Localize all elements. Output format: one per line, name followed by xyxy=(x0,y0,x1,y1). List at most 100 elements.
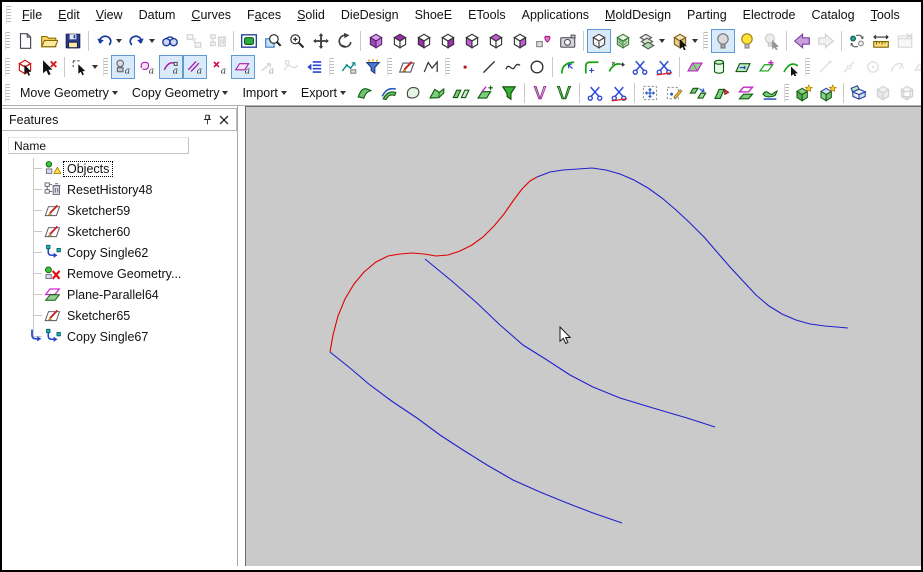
vsurf-single-button[interactable] xyxy=(528,81,552,105)
new-file-button[interactable] xyxy=(13,29,37,53)
tree-item-sketcher65[interactable]: Sketcher65 xyxy=(2,305,237,326)
snapshot-camera-button[interactable] xyxy=(556,29,580,53)
curve-extend-button[interactable] xyxy=(604,55,628,79)
line-tool-button[interactable] xyxy=(477,55,501,79)
select-box-button[interactable] xyxy=(68,55,101,79)
dropdown-arrow-icon[interactable] xyxy=(149,39,155,43)
dropdown-arrow-icon[interactable] xyxy=(692,39,698,43)
zoom-in-out-button[interactable] xyxy=(285,29,309,53)
menu-edit[interactable]: Edit xyxy=(50,4,88,26)
cube-left-view-button[interactable] xyxy=(460,29,484,53)
viewport-canvas[interactable] xyxy=(245,106,921,566)
tree-item-remove-geometry[interactable]: Remove Geometry... xyxy=(2,263,237,284)
tree-item-label[interactable]: Objects xyxy=(62,160,114,177)
pick-path-button[interactable] xyxy=(337,55,361,79)
menu-file[interactable]: File xyxy=(14,4,50,26)
filter-funnel-button[interactable] xyxy=(361,55,385,79)
filter-point-button[interactable]: a xyxy=(207,55,231,79)
sheet-arrow-button[interactable] xyxy=(731,55,755,79)
menu-datum[interactable]: Datum xyxy=(131,4,184,26)
curve-fillet-button[interactable] xyxy=(556,55,580,79)
binoculars-button[interactable] xyxy=(158,29,182,53)
curve-blue-middle[interactable] xyxy=(424,258,716,428)
toolbar-grip[interactable] xyxy=(329,58,334,76)
box-star-open-button[interactable] xyxy=(816,81,840,105)
cube-textured-button[interactable] xyxy=(611,29,635,53)
cube-layers-button[interactable] xyxy=(635,29,668,53)
open-folder-button[interactable] xyxy=(37,29,61,53)
menu-applications[interactable]: Applications xyxy=(514,4,597,26)
select-solid-button[interactable] xyxy=(13,55,37,79)
spline-tool-button[interactable] xyxy=(501,55,525,79)
dropdown-arrow-icon[interactable] xyxy=(92,65,98,69)
menu-catalog[interactable]: Catalog xyxy=(803,4,862,26)
cube-right-view-button[interactable] xyxy=(436,29,460,53)
rotate-view-button[interactable] xyxy=(333,29,357,53)
tree-item-resethistory48[interactable]: ResetHistory48 xyxy=(2,179,237,200)
redo-arrow-button[interactable] xyxy=(125,29,158,53)
scissors-red-button[interactable] xyxy=(607,81,631,105)
list-blue-button[interactable] xyxy=(303,55,327,79)
menu-parting[interactable]: Parting xyxy=(679,4,735,26)
fit-view-button[interactable] xyxy=(237,29,261,53)
toolbar-grip[interactable] xyxy=(5,32,10,50)
arrow-back-button[interactable] xyxy=(790,29,814,53)
refresh-points-button[interactable] xyxy=(845,29,869,53)
circle-tool-button[interactable] xyxy=(525,55,549,79)
curve-corner-button[interactable] xyxy=(580,55,604,79)
filter-plane-button[interactable]: a xyxy=(231,55,255,79)
dropdown-arrow-icon[interactable] xyxy=(116,39,122,43)
bulb-off-button[interactable] xyxy=(711,29,735,53)
menu-shoee[interactable]: ShoeE xyxy=(407,4,461,26)
menu-etools[interactable]: ETools xyxy=(460,4,514,26)
plane-plus-button[interactable] xyxy=(755,55,779,79)
surf-mirror-button[interactable] xyxy=(449,81,473,105)
tree-item-label[interactable]: Copy Single67 xyxy=(64,330,151,344)
panel-splitter[interactable] xyxy=(238,106,245,566)
filter-lines-button[interactable]: a xyxy=(183,55,207,79)
tree-item-label[interactable]: Plane-Parallel64 xyxy=(64,288,162,302)
tree-item-copy-single67[interactable]: Copy Single67 xyxy=(2,326,237,347)
copy-geometry-button[interactable]: Copy Geometry xyxy=(124,80,236,105)
tree-item-label[interactable]: Remove Geometry... xyxy=(64,267,184,281)
export-button[interactable]: Export xyxy=(293,80,354,105)
menu-curves[interactable]: Curves xyxy=(183,4,239,26)
menu-solid[interactable]: Solid xyxy=(289,4,333,26)
surf-wave-button[interactable] xyxy=(758,81,782,105)
curve-pick-button[interactable] xyxy=(779,55,803,79)
cube-back-view-button[interactable] xyxy=(484,29,508,53)
fold-face-button[interactable] xyxy=(710,81,734,105)
toolbar-grip[interactable] xyxy=(784,83,790,102)
bulb-on-button[interactable] xyxy=(735,29,759,53)
cube-bottom-view-button[interactable] xyxy=(508,29,532,53)
dropdown-arrow-icon[interactable] xyxy=(659,39,665,43)
toolbar-grip[interactable] xyxy=(5,58,10,76)
surf-nsided-button[interactable] xyxy=(401,81,425,105)
tree-item-copy-single62[interactable]: Copy Single62 xyxy=(2,242,237,263)
filter-curve-button[interactable]: a xyxy=(159,55,183,79)
dropdown-arrow-icon[interactable] xyxy=(222,90,229,95)
import-button[interactable]: Import xyxy=(235,80,294,105)
face-green-button[interactable] xyxy=(683,55,707,79)
toolbar-grip[interactable] xyxy=(103,58,108,76)
undo-arrow-button[interactable] xyxy=(92,29,125,53)
save-floppy-button[interactable] xyxy=(61,29,85,53)
cylinder-green-button[interactable] xyxy=(707,55,731,79)
point-tool-button[interactable] xyxy=(453,55,477,79)
tree-item-label[interactable]: Sketcher59 xyxy=(64,204,133,218)
surf-sweep-button[interactable] xyxy=(353,81,377,105)
curve-blue-top[interactable] xyxy=(536,167,849,329)
point-move-button[interactable] xyxy=(638,81,662,105)
tree-item-plane-parallel64[interactable]: Plane-Parallel64 xyxy=(2,284,237,305)
menu-electrode[interactable]: Electrode xyxy=(735,4,804,26)
tree-item-sketcher60[interactable]: Sketcher60 xyxy=(2,221,237,242)
cube-wireframe-button[interactable] xyxy=(587,29,611,53)
measure-ruler-button[interactable] xyxy=(869,29,893,53)
cube-top-view-button[interactable] xyxy=(388,29,412,53)
surf-cone-button[interactable] xyxy=(497,81,521,105)
toolbar-grip[interactable] xyxy=(445,58,450,76)
toolbar-grip[interactable] xyxy=(5,83,10,102)
sketcher-board-button[interactable] xyxy=(395,55,419,79)
view-favorite-button[interactable] xyxy=(532,29,556,53)
menu-molddesign[interactable]: MoldDesign xyxy=(597,4,679,26)
